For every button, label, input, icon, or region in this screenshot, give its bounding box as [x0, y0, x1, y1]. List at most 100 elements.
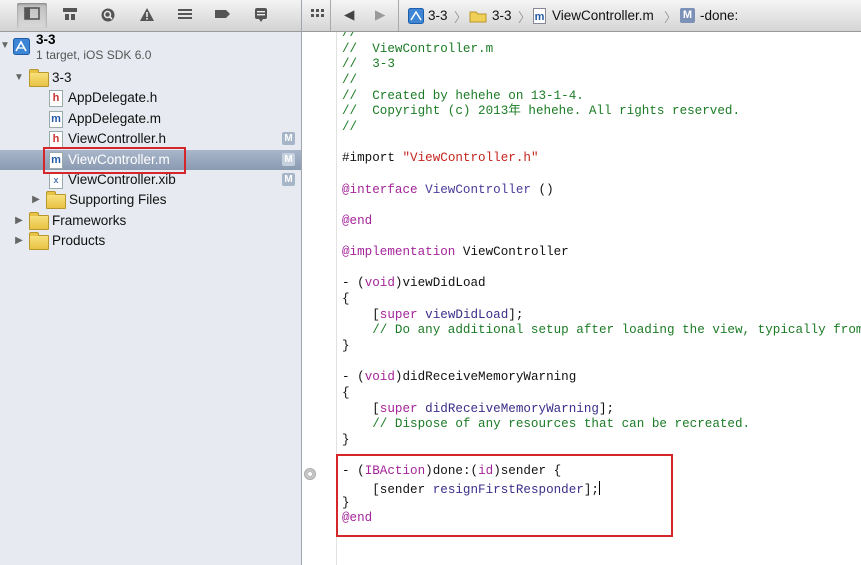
code-token: { — [342, 292, 350, 307]
chevron-right-icon: 〉 — [454, 10, 468, 25]
code-comment: // ViewController.m — [342, 41, 494, 56]
code-token: didReceiveMemoryWarning — [417, 401, 599, 416]
code-token: - ( — [342, 276, 365, 291]
code-line: // ViewController.m — [342, 41, 493, 57]
xcode-project-icon — [13, 38, 30, 55]
interface-builder-file-icon: x — [49, 172, 63, 189]
code-line: @implementation ViewController — [342, 244, 569, 260]
code-line: @interface ViewController () — [342, 182, 554, 198]
change-indicator-icon — [304, 468, 316, 480]
jumpbar-crumb-project[interactable]: 3-3 — [428, 8, 448, 23]
jumpbar-crumb-file[interactable]: ViewController.m — [552, 8, 654, 23]
navigator-toolbar — [0, 0, 301, 32]
code-line: [super viewDidLoad]; — [342, 307, 523, 323]
code-line: // — [342, 119, 357, 135]
navigator-file-row[interactable]: h AppDelegate.h — [0, 88, 301, 108]
jumpbar-crumb-group[interactable]: 3-3 — [492, 8, 512, 23]
code-line: { — [342, 385, 350, 401]
objc-source-file-icon: m — [49, 110, 63, 128]
code-token: [ — [342, 307, 380, 322]
symbol-navigator-icon[interactable] — [61, 7, 79, 24]
code-keyword: @interface — [342, 182, 418, 197]
editor-gutter[interactable] — [302, 32, 337, 565]
scm-modified-badge: M — [282, 173, 295, 186]
navigator-item-label: Frameworks — [52, 212, 127, 228]
chevron-right-icon: 〉 — [664, 10, 678, 25]
code-line: // 3-3 — [342, 56, 395, 72]
annotation-highlight-box — [336, 454, 673, 537]
code-keyword: void — [364, 370, 395, 385]
project-name: 3-3 — [36, 32, 56, 47]
issue-navigator-icon[interactable] — [138, 7, 156, 24]
code-line: // Dispose of any resources that can be … — [342, 416, 750, 432]
divider — [330, 0, 331, 31]
navigator-item-label: Products — [52, 233, 106, 249]
code-token: [ — [342, 401, 380, 416]
navigator-group-row[interactable]: ▼ 3-3 — [0, 68, 301, 88]
disclosure-triangle-expanded-icon[interactable]: ▼ — [14, 68, 24, 88]
navigator-group-row[interactable]: ▶ Frameworks — [0, 211, 301, 231]
annotation-highlight-box — [43, 147, 186, 174]
chevron-right-icon: 〉 — [518, 10, 532, 25]
disclosure-triangle-collapsed-icon[interactable]: ▶ — [14, 231, 24, 251]
jumpbar-crumb-method[interactable]: -done: — [700, 8, 738, 23]
disclosure-triangle-collapsed-icon[interactable]: ▶ — [14, 211, 24, 231]
disclosure-triangle-collapsed-icon[interactable]: ▶ — [31, 190, 41, 210]
objc-source-file-icon: m — [533, 8, 549, 24]
code-line: { — [342, 291, 350, 307]
code-token: )viewDidLoad — [394, 276, 486, 291]
navigator-group-row[interactable]: ▶ Products — [0, 231, 301, 251]
divider — [398, 0, 399, 31]
xcode-project-icon — [408, 8, 424, 24]
project-subtitle: 1 target, iOS SDK 6.0 — [36, 48, 152, 62]
code-keyword: void — [364, 276, 395, 291]
code-token: viewDidLoad — [417, 307, 509, 322]
navigator-item-label: 3-3 — [52, 70, 72, 85]
code-token: )didReceiveMemoryWarning — [394, 370, 577, 385]
code-line: // Created by hehehe on 13-1-4. — [342, 88, 584, 104]
debug-navigator-icon[interactable] — [176, 7, 194, 24]
navigator-item-label: Supporting Files — [69, 192, 167, 208]
code-line: [super didReceiveMemoryWarning]; — [342, 401, 614, 417]
code-token: - ( — [342, 370, 365, 385]
jump-bar: ◀ ▶ 3-3 〉 3-3 〉 m ViewController.m 〉 M -… — [302, 0, 861, 32]
navigator-item-label: AppDelegate.h — [68, 90, 158, 106]
navigator-group-row[interactable]: ▶ Supporting Files — [0, 190, 301, 210]
folder-icon — [46, 191, 66, 210]
disclosure-triangle-expanded-icon[interactable]: ▼ — [0, 40, 10, 51]
code-comment: // Do any additional setup after loading… — [342, 323, 861, 338]
folder-icon — [469, 9, 487, 24]
code-line: // — [342, 32, 357, 41]
project-navigator-icon[interactable] — [17, 3, 47, 28]
log-navigator-icon[interactable] — [252, 7, 270, 24]
forward-arrow-icon[interactable]: ▶ — [375, 7, 385, 23]
code-token: () — [530, 182, 554, 197]
folder-icon — [29, 211, 49, 230]
code-line: // Do any additional setup after loading… — [342, 322, 861, 338]
code-token: #import — [342, 151, 403, 166]
search-navigator-icon[interactable] — [99, 7, 117, 24]
breakpoint-navigator-icon[interactable] — [214, 7, 232, 24]
code-token: ViewController — [417, 182, 531, 197]
code-keyword: @implementation — [342, 245, 456, 260]
code-line: - (void)viewDidLoad — [342, 275, 486, 291]
navigator-file-row[interactable]: m AppDelegate.m — [0, 109, 301, 129]
code-comment: // Copyright (c) 2013年 hehehe. All right… — [342, 104, 741, 119]
code-string: "ViewController.h" — [402, 151, 539, 166]
code-keyword: super — [379, 307, 418, 322]
code-keyword: @end — [342, 213, 373, 228]
navigator-item-label: AppDelegate.m — [68, 110, 162, 126]
related-files-icon[interactable] — [311, 9, 327, 24]
code-line: // Copyright (c) 2013年 hehehe. All right… — [342, 103, 740, 119]
code-comment: // — [342, 119, 358, 134]
code-line: - (void)didReceiveMemoryWarning — [342, 369, 576, 385]
method-badge: M — [680, 8, 695, 23]
project-root-row[interactable]: ▼ 3-3 1 target, iOS SDK 6.0 — [0, 32, 301, 66]
code-token: } — [342, 432, 350, 447]
folder-icon — [29, 69, 49, 87]
code-token: ]; — [508, 307, 524, 322]
back-arrow-icon[interactable]: ◀ — [344, 7, 354, 23]
code-line: #import "ViewController.h" — [342, 150, 539, 166]
code-comment: // — [342, 32, 358, 40]
code-token: ViewController — [455, 245, 569, 260]
